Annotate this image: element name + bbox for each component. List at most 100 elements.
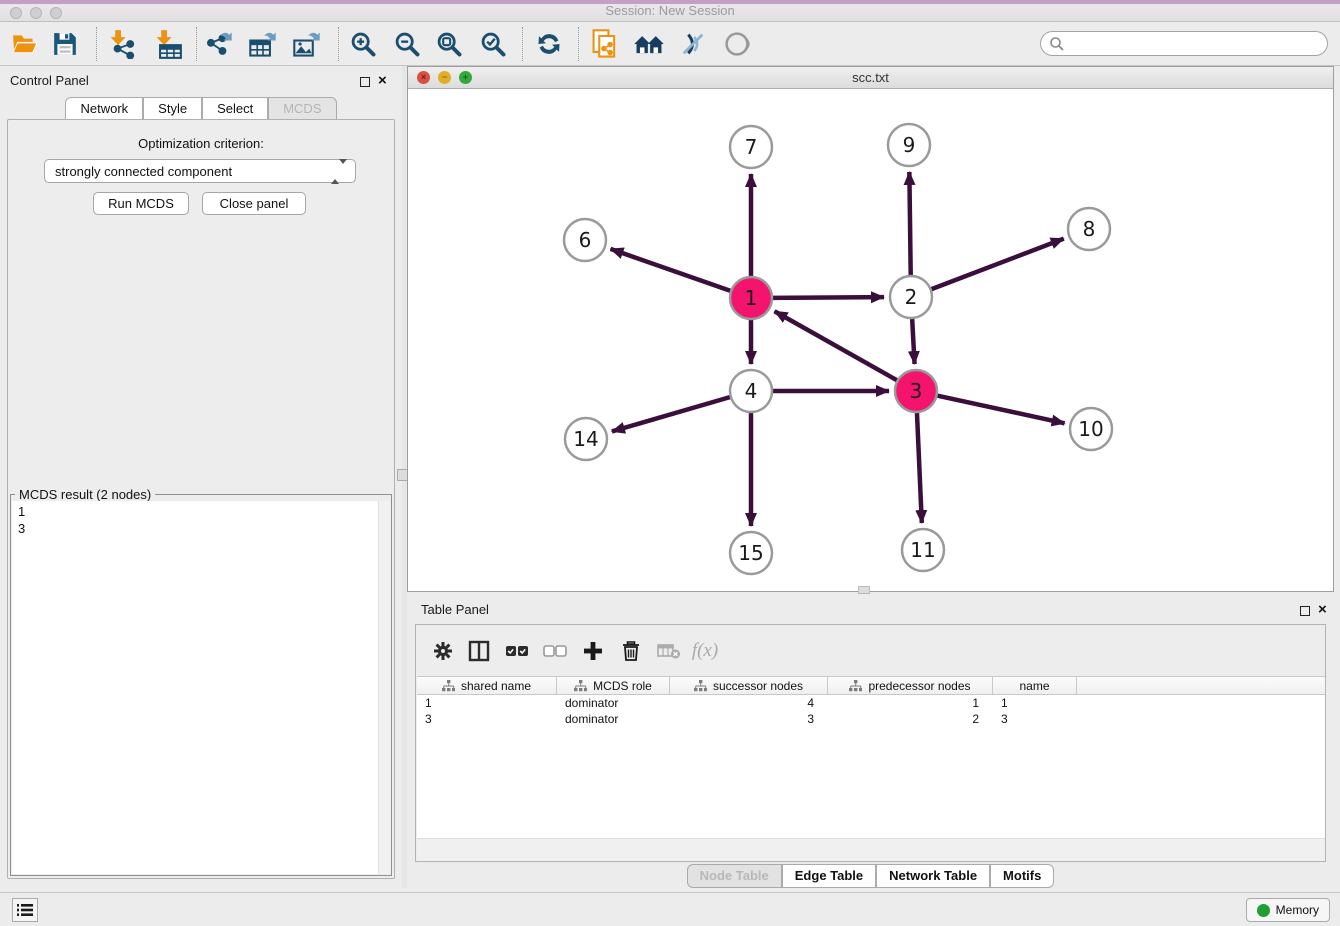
- open-session-button[interactable]: [6, 28, 44, 60]
- mcds-result-text[interactable]: 13: [12, 501, 378, 874]
- column-header-predecessor-nodes[interactable]: predecessor nodes: [828, 677, 993, 694]
- cell-predecessor-nodes[interactable]: 1: [828, 695, 993, 711]
- tab-network[interactable]: Network: [65, 97, 143, 120]
- tab-network-table[interactable]: Network Table: [876, 864, 990, 888]
- eye-icon: [722, 30, 752, 58]
- table-row[interactable]: 1 dominator 4 1 1: [417, 695, 1325, 711]
- optimization-criterion-select[interactable]: strongly connected component: [44, 159, 356, 183]
- cell-shared-name[interactable]: 3: [417, 711, 557, 727]
- refresh-layout-icon: [535, 30, 563, 58]
- zoom-selected-icon: [479, 30, 507, 58]
- horizontal-divider-grip[interactable]: [858, 586, 870, 594]
- export-table-icon: [248, 29, 278, 59]
- duplicate-network-button[interactable]: [586, 28, 624, 60]
- delete-icon: [621, 640, 641, 662]
- app-titlebar: Session: New Session: [0, 0, 1340, 22]
- graph-edge: [909, 172, 910, 275]
- hierarchy-icon: [694, 680, 707, 692]
- task-history-button[interactable]: [12, 898, 38, 922]
- graphics-details-button[interactable]: [674, 28, 712, 60]
- tab-style[interactable]: Style: [143, 97, 202, 120]
- cell-successor-nodes[interactable]: 3: [670, 711, 828, 727]
- zoom-fit-button[interactable]: [430, 28, 468, 60]
- memory-button[interactable]: Memory: [1246, 898, 1330, 922]
- close-table-panel-icon[interactable]: ×: [1318, 601, 1327, 619]
- result-scrollbar[interactable]: [378, 501, 390, 874]
- table-panel-tabs: Node TableEdge TableNetwork TableMotifs: [407, 864, 1334, 888]
- export-network-icon: [204, 29, 234, 59]
- zoom-in-button[interactable]: [344, 28, 382, 60]
- graph-node-label: 8: [1083, 217, 1096, 241]
- mcds-result-group: MCDS result (2 nodes) 13: [10, 494, 392, 876]
- status-bar: Memory: [0, 892, 1340, 926]
- tab-select[interactable]: Select: [202, 97, 268, 120]
- graph-node-label: 1: [745, 286, 758, 310]
- cell-mcds-role[interactable]: dominator: [557, 695, 670, 711]
- tab-motifs[interactable]: Motifs: [990, 864, 1054, 888]
- save-session-button[interactable]: [46, 28, 84, 60]
- import-table-icon: [152, 29, 182, 59]
- close-panel-icon[interactable]: ×: [378, 72, 387, 90]
- table-horizontal-scrollbar[interactable]: [417, 838, 1325, 861]
- column-header-successor-nodes[interactable]: successor nodes: [670, 677, 828, 694]
- network-canvas[interactable]: 7968124314101511: [408, 89, 1333, 591]
- apply-layout-button[interactable]: [530, 28, 568, 60]
- table-row[interactable]: 3 dominator 3 2 3: [417, 711, 1325, 727]
- float-panel-icon[interactable]: [360, 74, 370, 92]
- cell-successor-nodes[interactable]: 4: [670, 695, 828, 711]
- tab-mcds[interactable]: MCDS: [268, 97, 336, 120]
- save-icon: [52, 31, 78, 57]
- graph-edge: [775, 311, 897, 380]
- table-panel: Table Panel ×: [407, 596, 1334, 888]
- window-title: Session: New Session: [0, 3, 1340, 18]
- chevron-up-down-icon: [331, 164, 347, 179]
- cell-predecessor-nodes[interactable]: 2: [828, 711, 993, 727]
- select-all-button[interactable]: [502, 637, 532, 665]
- graphics-details-icon: [679, 30, 707, 58]
- graph-edge: [932, 239, 1064, 290]
- control-panel: Control Panel × NetworkStyleSelectMCDS O…: [0, 66, 402, 888]
- zoom-fit-icon: [435, 30, 463, 58]
- deselect-all-button[interactable]: [540, 637, 570, 665]
- apply-function-button[interactable]: f(x): [690, 637, 720, 665]
- column-header-shared-name[interactable]: shared name: [417, 677, 557, 694]
- cell-shared-name[interactable]: 1: [417, 695, 557, 711]
- zoom-out-button[interactable]: [388, 28, 426, 60]
- cell-mcds-role[interactable]: dominator: [557, 711, 670, 727]
- export-table-button[interactable]: [244, 28, 282, 60]
- close-panel-button[interactable]: Close panel: [202, 192, 306, 215]
- column-header-name[interactable]: name: [993, 677, 1077, 694]
- open-folder-icon: [11, 31, 39, 57]
- home-button[interactable]: [630, 28, 668, 60]
- network-graph: 7968124314101511: [408, 89, 1333, 591]
- search-input[interactable]: [1040, 31, 1328, 56]
- import-table-button[interactable]: [148, 28, 186, 60]
- graph-node-label: 11: [910, 538, 935, 562]
- tab-edge-table[interactable]: Edge Table: [782, 864, 876, 888]
- show-columns-button[interactable]: [464, 637, 494, 665]
- toolbar-separator: [96, 27, 97, 61]
- network-window-titlebar[interactable]: × − + scc.txt: [408, 67, 1333, 89]
- dropdown-selected-value: strongly connected component: [55, 164, 232, 179]
- graph-node-label: 9: [903, 133, 916, 157]
- run-mcds-button[interactable]: Run MCDS: [93, 192, 189, 215]
- create-column-button[interactable]: [578, 637, 608, 665]
- delete-table-button[interactable]: [654, 637, 684, 665]
- table-settings-button[interactable]: [428, 637, 458, 665]
- import-network-button[interactable]: [102, 28, 140, 60]
- cell-name[interactable]: 3: [993, 711, 1077, 727]
- zoom-selected-button[interactable]: [474, 28, 512, 60]
- tab-node-table[interactable]: Node Table: [687, 864, 782, 888]
- graph-node-label: 10: [1078, 417, 1103, 441]
- export-network-button[interactable]: [200, 28, 238, 60]
- search-text-field[interactable]: [1065, 36, 1327, 51]
- float-table-panel-icon[interactable]: [1300, 603, 1310, 621]
- export-image-icon: [292, 29, 322, 59]
- add-icon: [582, 640, 604, 662]
- cell-name[interactable]: 1: [993, 695, 1077, 711]
- graph-node-label: 4: [745, 379, 758, 403]
- show-hide-button[interactable]: [718, 28, 756, 60]
- delete-column-button[interactable]: [616, 637, 646, 665]
- column-header-mcds-role[interactable]: MCDS role: [557, 677, 670, 694]
- export-image-button[interactable]: [288, 28, 326, 60]
